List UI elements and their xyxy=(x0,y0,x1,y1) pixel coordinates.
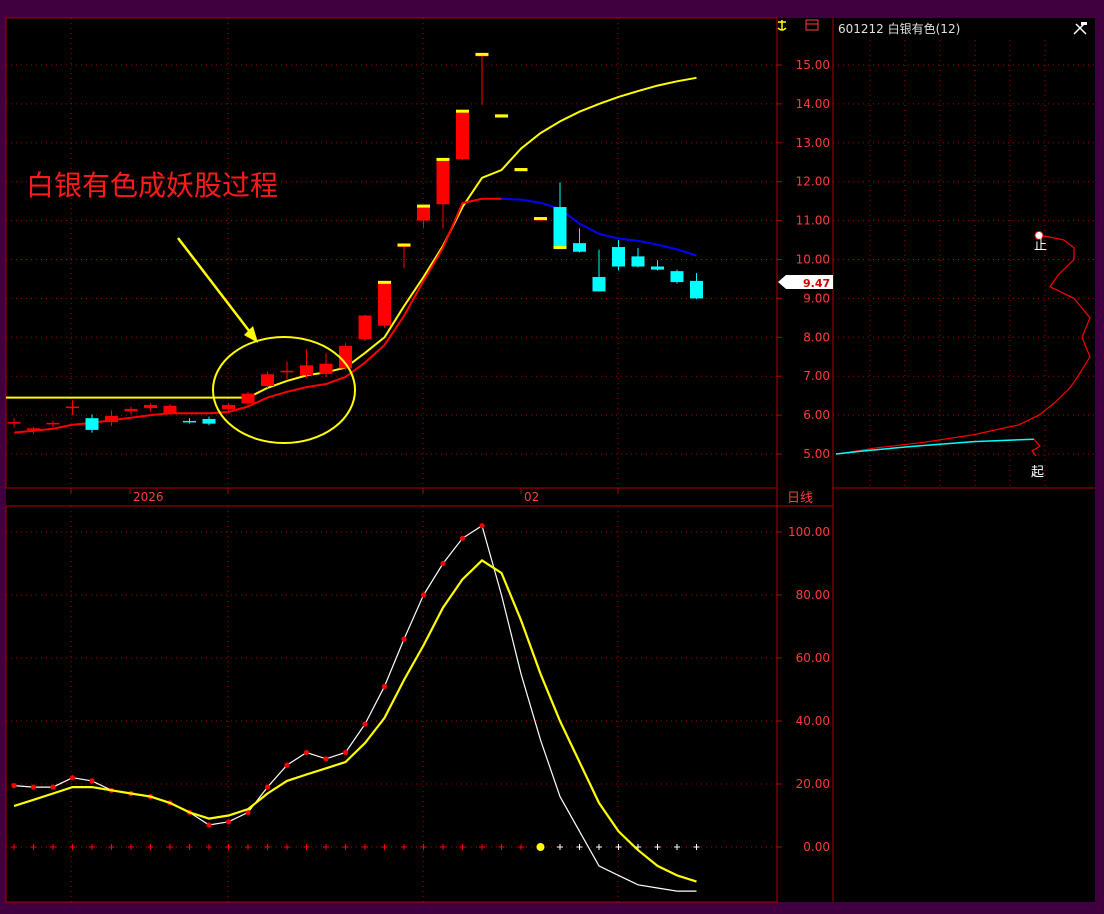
candle xyxy=(339,343,352,371)
candle-body xyxy=(7,422,21,424)
candle-body xyxy=(46,422,60,425)
kdj-tick-label: 40.00 xyxy=(796,714,830,728)
candle-body xyxy=(124,408,138,412)
candle-body xyxy=(631,256,645,267)
limit-up-mark xyxy=(417,204,430,208)
kdj-k-point xyxy=(342,749,349,756)
kdj-k-point xyxy=(401,636,407,642)
candle-body xyxy=(300,365,313,376)
date-axis-background xyxy=(6,488,777,506)
candle-body xyxy=(144,404,157,409)
candle-body xyxy=(592,277,606,292)
chart-svg: 5.00 6.00 7.00 8.00 9.00 10.00 11.00 12.00 13.00… xyxy=(5,17,1095,903)
kdj-k-point xyxy=(206,822,212,828)
price-tick-label: 15.00 xyxy=(796,58,830,72)
kdj-k-point xyxy=(284,762,290,768)
kdj-k-point xyxy=(264,784,271,790)
kdj-tick-label: 60.00 xyxy=(796,651,830,665)
candle-body xyxy=(573,243,586,252)
limit-down-mark xyxy=(553,246,567,250)
price-tick-label: 8.00 xyxy=(803,330,830,344)
candle-body xyxy=(651,266,664,270)
candle-body xyxy=(612,247,625,267)
kdj-k-point xyxy=(323,756,329,762)
price-tick-label: 11.00 xyxy=(796,214,830,228)
candle xyxy=(378,280,391,328)
candle-body xyxy=(553,206,567,248)
kdj-tick-label: 0.00 xyxy=(803,840,830,854)
price-tick-label: 14.00 xyxy=(796,97,830,111)
candle-body xyxy=(456,111,469,160)
candle-body xyxy=(105,415,118,423)
candle-body xyxy=(202,418,216,424)
limit-up-mark xyxy=(514,168,528,172)
kdj-k-point xyxy=(459,535,466,541)
candle xyxy=(670,269,684,284)
kdj-k-point xyxy=(420,592,427,598)
candle-body xyxy=(417,206,430,221)
kdj-k-point xyxy=(303,749,310,756)
side-panel-background xyxy=(833,18,1095,902)
limit-up-mark xyxy=(397,243,411,247)
price-tick-label: 9.00 xyxy=(803,291,830,305)
candle-body xyxy=(241,393,255,404)
kdj-k-point xyxy=(479,523,485,529)
kdj-tick-label: 20.00 xyxy=(796,777,830,791)
kdj-tick-label: 80.00 xyxy=(796,588,830,602)
price-tick-label: 7.00 xyxy=(803,369,830,383)
candle-body xyxy=(163,405,177,414)
candle-body xyxy=(27,428,40,430)
candle xyxy=(241,391,255,406)
candle xyxy=(456,109,469,161)
kdj-k-point xyxy=(50,784,56,790)
price-tick-label: 10.00 xyxy=(796,253,830,267)
price-tick-label: 12.00 xyxy=(796,175,830,189)
limit-up-mark xyxy=(436,157,450,161)
candle-body xyxy=(85,418,99,430)
kdj-k-point xyxy=(11,782,17,789)
limit-up-mark xyxy=(378,280,391,284)
kdj-k-point xyxy=(69,775,76,781)
kdj-k-point xyxy=(362,721,368,727)
chip-end-label: 止 xyxy=(1034,238,1047,253)
price-tick-label: 5.00 xyxy=(803,447,830,461)
candle xyxy=(534,217,547,221)
kdj-k-point xyxy=(30,784,37,790)
chart-window: 5.00 6.00 7.00 8.00 9.00 10.00 11.00 12.00 13.00… xyxy=(0,0,1104,910)
kdj-tick-label: 100.00 xyxy=(788,525,830,539)
candle-body xyxy=(436,159,450,205)
period-label: 日线 xyxy=(787,491,813,506)
price-tick-label: 6.00 xyxy=(803,408,830,422)
price-tick-label: 13.00 xyxy=(796,136,830,150)
candle-body xyxy=(183,420,196,423)
candle-body xyxy=(319,363,333,374)
candle-body xyxy=(690,280,703,299)
kdj-k-point xyxy=(225,819,232,825)
date-label: 02 xyxy=(524,490,539,504)
candle-body xyxy=(670,271,684,283)
current-price-label: 9.47 xyxy=(803,277,830,290)
kdj-k-point xyxy=(440,560,446,567)
candle-body xyxy=(378,282,391,326)
candle-body xyxy=(261,374,274,386)
candle-body xyxy=(222,404,235,410)
kdj-zero-dot xyxy=(536,843,545,851)
kdj-k-point xyxy=(381,683,388,689)
candle-body xyxy=(280,370,294,373)
limit-up-mark xyxy=(495,114,508,118)
limit-up-mark xyxy=(475,52,489,56)
date-label: 2026 xyxy=(133,490,164,504)
price-panel-background xyxy=(6,18,777,488)
limit-up-mark xyxy=(456,109,469,113)
stock-label: 601212 白银有色(12) xyxy=(838,21,960,36)
chip-start-label: 起 xyxy=(1031,465,1044,480)
limit-up-mark xyxy=(534,217,547,221)
candle-body xyxy=(358,315,372,340)
candle xyxy=(358,314,372,342)
annotation-text: 白银有色成妖股过程 xyxy=(26,169,278,202)
candle-body xyxy=(66,406,79,409)
candle xyxy=(495,114,508,118)
candle xyxy=(514,168,528,172)
kdj-k-point xyxy=(89,778,95,784)
